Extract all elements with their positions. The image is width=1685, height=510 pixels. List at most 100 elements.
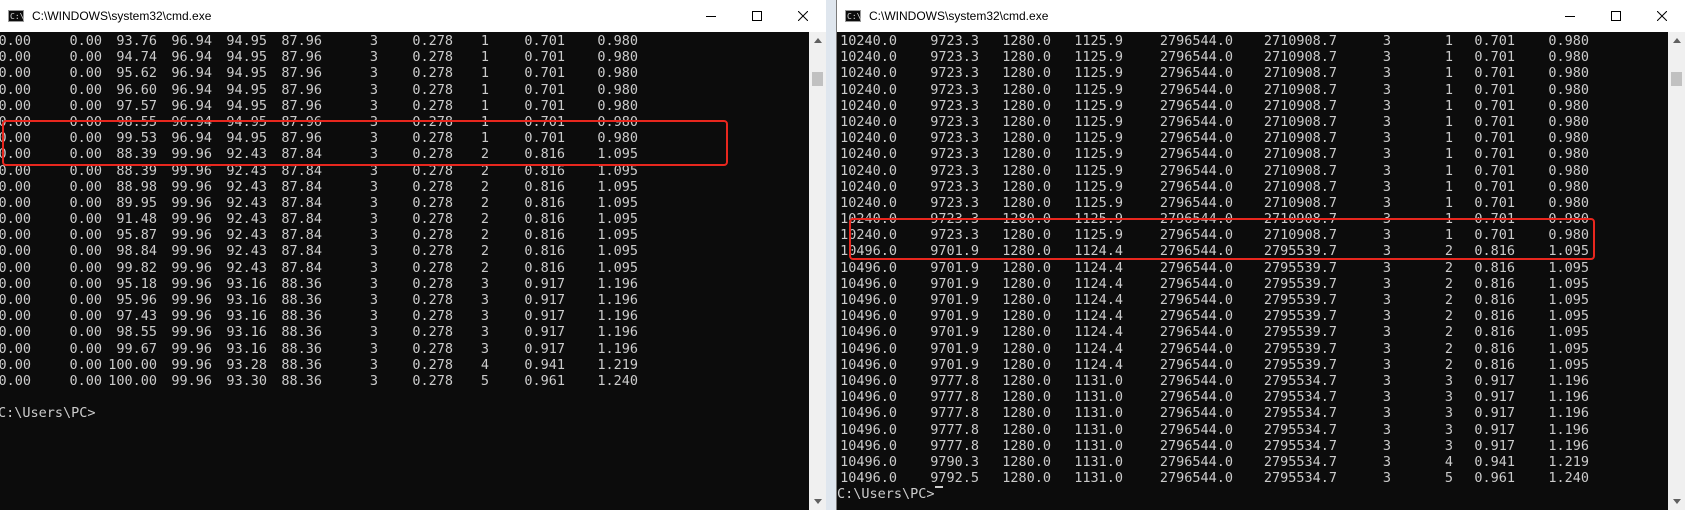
console-cell: 3 [1382,146,1391,163]
close-button[interactable] [1639,0,1685,32]
console-cell: 1131.0 [1074,437,1123,454]
console-cell: 5 [480,372,489,389]
console-cell: 1.095 [1548,259,1589,276]
console-cell: 2796544.0 [1159,292,1233,308]
console-cell: 0.00 [69,243,102,260]
console-cell: 87.96 [281,65,322,82]
console-cell: 1280.0 [1002,113,1051,130]
console-cell: 0.917 [1474,389,1515,406]
console-cell: 2710908.7 [1263,178,1337,195]
console-cell: 1280.0 [1002,356,1051,373]
console-cell: 0.00 [69,33,102,49]
console-cell: 1.196 [597,275,638,292]
maximize-button[interactable] [1593,0,1639,32]
console-cell: 3 [369,275,378,292]
console-cell: 9723.3 [930,49,979,66]
console-cell: 0.816 [524,211,565,228]
console-cell: 2710908.7 [1263,97,1337,114]
minimize-button[interactable] [1547,0,1593,32]
right-scroll-thumb[interactable] [1671,72,1682,86]
console-cell: 0.980 [597,81,638,98]
right-console-row: 10496.0 9701.9 1280.0 1124.4 2796544.0 279553… [837,260,1589,276]
console-cell: 1125.9 [1074,65,1123,82]
console-cell: 0.701 [1474,113,1515,130]
left-title-bar[interactable]: C:\ C:\WINDOWS\system32\cmd.exe [0,0,826,32]
console-cell: 0.278 [412,340,453,357]
console-cell: 0.00 [69,372,102,389]
console-cell: 9777.8 [930,389,979,406]
console-cell: 93.30 [226,372,267,389]
console-cell: 3 [1382,162,1391,179]
left-console-row: 0.00 0.00 95.96 99.96 93.16 88.36 3 0.278 3 0.917… [0,292,638,308]
console-cell: 1124.4 [1074,308,1123,325]
console-cell: 1131.0 [1074,470,1123,487]
console-cell: 1125.9 [1074,130,1123,147]
console-cell: 1 [1444,33,1453,49]
right-console-row: 10240.0 9723.3 1280.0 1125.9 2796544.0 271090… [837,163,1589,179]
console-cell: 3 [1382,405,1391,422]
console-cell: 0.00 [69,97,102,114]
console-cell: 1125.9 [1074,113,1123,130]
console-cell: 88.36 [281,292,322,308]
right-console-row: 10496.0 9701.9 1280.0 1124.4 2796544.0 279553… [837,324,1589,340]
right-title-bar[interactable]: C:\ C:\WINDOWS\system32\cmd.exe [837,0,1685,32]
console-cell: 2 [480,227,489,244]
console-cell: 1 [1444,162,1453,179]
right-console-row: 10496.0 9777.8 1280.0 1131.0 2796544.0 279553… [837,422,1589,438]
console-cell: 0.980 [1548,194,1589,211]
right-console-area[interactable]: 10240.0 9723.3 1280.0 1125.9 2796544.0 271090… [837,32,1668,510]
console-cell: 93.16 [226,292,267,308]
console-cell: 10240.0 [840,146,897,163]
console-cell: 1280.0 [1002,130,1051,147]
console-cell: 2710908.7 [1263,130,1337,147]
scroll-up-arrow-icon[interactable] [1668,32,1685,49]
left-console-output: 0.00 0.00 93.76 96.94 94.95 87.96 3 0.278 1 0.701… [0,33,638,422]
console-cell: 1125.9 [1074,178,1123,195]
left-console-area[interactable]: 0.00 0.00 93.76 96.94 94.95 87.96 3 0.278 1 0.701… [0,32,809,510]
left-scroll-thumb[interactable] [812,72,823,86]
command-prompt[interactable]: C:\Users\PC> [837,486,1589,502]
command-prompt[interactable]: C:\Users\PC> [0,405,638,421]
background-window-strip [826,0,836,510]
console-cell: 1125.9 [1074,162,1123,179]
maximize-button[interactable] [734,0,780,32]
close-button[interactable] [780,0,826,32]
console-cell: 0.278 [412,292,453,308]
console-cell: 2795539.7 [1263,275,1337,292]
console-cell: 0.701 [1474,65,1515,82]
left-scrollbar[interactable] [809,32,826,510]
right-console-row: 10496.0 9701.9 1280.0 1124.4 2796544.0 279553… [837,341,1589,357]
console-cell: 9723.3 [930,130,979,147]
console-cell: 0.278 [412,356,453,373]
right-highlight-box [849,218,1595,260]
console-cell: 87.84 [281,178,322,195]
console-cell: 2795539.7 [1263,259,1337,276]
scroll-down-arrow-icon[interactable] [1668,493,1685,510]
console-cell: 2 [1444,340,1453,357]
console-cell: 1.196 [597,292,638,308]
scroll-down-arrow-icon[interactable] [809,493,826,510]
console-cell: 99.96 [171,308,212,325]
console-cell: 10496.0 [840,340,897,357]
minimize-button[interactable] [688,0,734,32]
console-cell: 3 [1382,421,1391,438]
scroll-up-arrow-icon[interactable] [809,32,826,49]
console-cell: 87.84 [281,194,322,211]
console-cell: 0.816 [1474,324,1515,341]
console-cell: 0.00 [0,211,31,228]
right-console-row: 10496.0 9790.3 1280.0 1131.0 2796544.0 279553… [837,454,1589,470]
console-cell: 10496.0 [840,470,897,487]
console-cell: 0.00 [69,49,102,66]
console-cell: 0.00 [0,308,31,325]
console-cell: 0.00 [69,308,102,325]
console-cell: 2 [480,259,489,276]
console-cell: 0.980 [1548,33,1589,49]
console-cell: 0.917 [1474,405,1515,422]
console-cell: 3 [1382,113,1391,130]
console-cell: 2710908.7 [1263,65,1337,82]
console-cell: 3 [1382,81,1391,98]
right-scrollbar[interactable] [1668,32,1685,510]
console-cell: 4 [480,356,489,373]
console-cell: 3 [1382,65,1391,82]
